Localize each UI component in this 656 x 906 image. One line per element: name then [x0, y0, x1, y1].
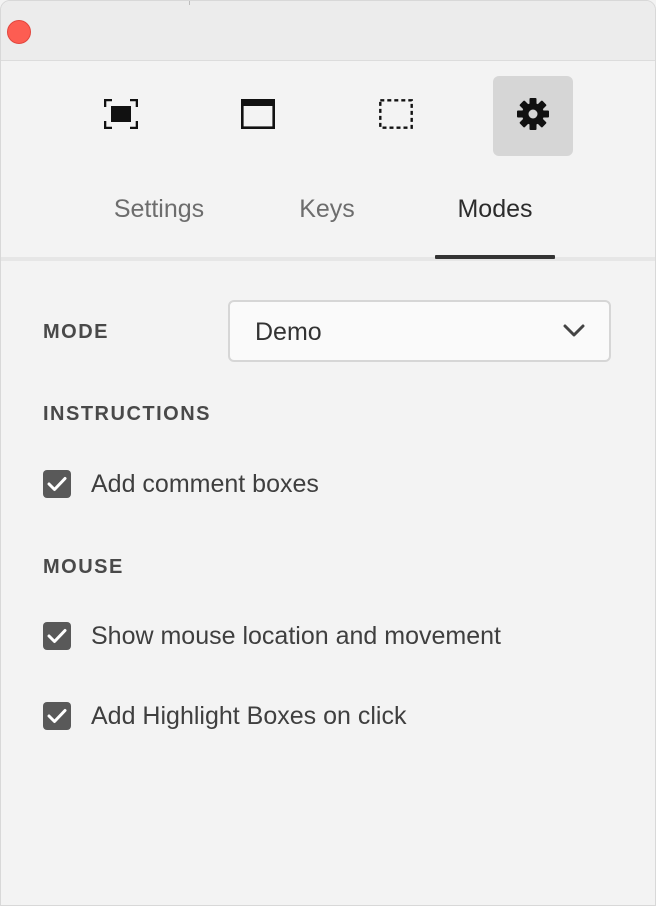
tab-keys[interactable]: Keys [277, 195, 377, 224]
add-comment-boxes-checkbox[interactable] [43, 470, 71, 498]
capture-window-button[interactable] [218, 76, 298, 156]
settings-tool-button[interactable] [493, 76, 573, 156]
add-comment-boxes-label: Add comment boxes [91, 469, 319, 498]
title-bar [1, 1, 655, 61]
show-mouse-location-option[interactable]: Show mouse location and movement [43, 621, 501, 651]
show-mouse-location-checkbox[interactable] [43, 622, 71, 650]
capture-region-button[interactable] [356, 76, 436, 156]
add-comment-boxes-option[interactable]: Add comment boxes [43, 469, 319, 499]
tab-settings[interactable]: Settings [101, 195, 217, 224]
tab-bar: Settings Keys Modes [1, 173, 655, 261]
region-capture-icon [379, 98, 413, 134]
add-highlight-boxes-checkbox[interactable] [43, 702, 71, 730]
window-capture-icon [240, 98, 275, 134]
add-highlight-boxes-label: Add Highlight Boxes on click [91, 701, 407, 730]
add-highlight-boxes-option[interactable]: Add Highlight Boxes on click [43, 701, 406, 731]
instructions-section-label: INSTRUCTIONS [43, 403, 211, 425]
capture-screen-button[interactable] [81, 76, 161, 156]
tab-modes[interactable]: Modes [445, 195, 545, 224]
title-bar-marker [189, 1, 190, 5]
fullscreen-capture-icon [103, 98, 139, 134]
gear-icon [516, 97, 550, 136]
mode-select-value: Demo [255, 318, 322, 346]
checkmark-icon [47, 709, 67, 723]
close-window-button[interactable] [7, 20, 31, 44]
mode-label: MODE [43, 321, 109, 343]
show-mouse-location-label: Show mouse location and movement [91, 621, 501, 650]
checkmark-icon [47, 477, 67, 491]
app-window: Settings Keys Modes MODE Demo INSTRUCTIO… [0, 0, 656, 906]
active-tab-indicator [435, 255, 555, 259]
capture-toolbar [1, 61, 655, 173]
mode-select[interactable]: Demo [228, 300, 611, 362]
mouse-section-label: MOUSE [43, 556, 124, 578]
checkmark-icon [47, 629, 67, 643]
chevron-down-icon [563, 324, 585, 343]
